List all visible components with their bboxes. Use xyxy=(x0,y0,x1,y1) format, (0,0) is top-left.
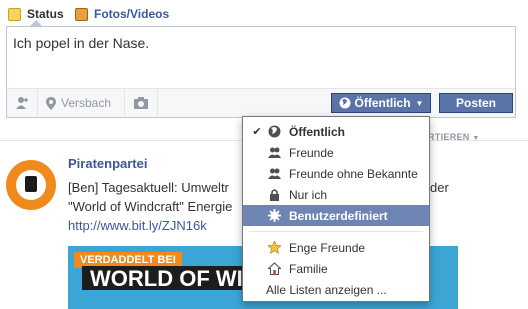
privacy-selector-button[interactable]: Öffentlich ▼ xyxy=(331,93,431,113)
option-label: Benutzerdefiniert xyxy=(289,208,388,223)
privacy-option-public[interactable]: ✔ Öffentlich xyxy=(243,121,429,142)
add-person-icon xyxy=(16,97,28,109)
location-button[interactable]: Versbach xyxy=(38,89,124,117)
post-line-1: [Ben] Tagesaktuell: Umweltr xyxy=(68,180,229,195)
camera-icon xyxy=(134,97,148,109)
photo-icon xyxy=(75,7,88,21)
privacy-option-friends-except[interactable]: Freunde ohne Bekannte xyxy=(243,163,429,184)
privacy-option-friends[interactable]: Freunde xyxy=(243,142,429,163)
page-avatar[interactable] xyxy=(6,160,56,210)
status-icon xyxy=(8,7,21,21)
privacy-option-close-friends[interactable]: Enge Freunde xyxy=(243,237,429,258)
add-photo-button[interactable] xyxy=(125,89,157,117)
sort-chevron-icon: ▼ xyxy=(472,135,480,142)
privacy-option-custom[interactable]: Benutzerdefiniert xyxy=(243,205,429,226)
privacy-option-only-me[interactable]: Nur ich xyxy=(243,184,429,205)
composer-toolbar: Versbach Öffentlich ▼ Posten xyxy=(7,88,515,117)
friends-icon xyxy=(268,168,281,179)
sort-menu[interactable]: RTIEREN ▼ xyxy=(428,132,480,142)
status-composer[interactable]: Ich popel in der Nase. Versbach Öffentli… xyxy=(6,26,516,118)
tag-friends-button[interactable] xyxy=(7,89,37,117)
post-link[interactable]: http://www.bit.ly/ZJN16k xyxy=(68,218,207,233)
privacy-label: Öffentlich xyxy=(354,96,411,110)
globe-icon xyxy=(268,125,281,138)
toolbar-separator xyxy=(157,89,158,117)
checkmark-icon: ✔ xyxy=(252,126,262,138)
menu-separator xyxy=(249,231,423,232)
privacy-option-all-lists[interactable]: Alle Listen anzeigen ... xyxy=(243,279,429,300)
page-name-link[interactable]: Piratenpartei xyxy=(68,156,147,171)
option-label: Freunde xyxy=(289,145,334,160)
pirate-flag-logo xyxy=(16,170,46,200)
option-label: Alle Listen anzeigen ... xyxy=(266,282,387,297)
lock-icon xyxy=(270,189,279,201)
house-icon xyxy=(268,262,281,275)
option-label: Öffentlich xyxy=(289,124,345,139)
privacy-option-family[interactable]: Familie xyxy=(243,258,429,279)
option-label: Familie xyxy=(289,261,328,276)
friends-icon xyxy=(268,147,281,158)
status-input[interactable]: Ich popel in der Nase. xyxy=(13,35,149,51)
star-icon xyxy=(268,241,281,254)
globe-icon xyxy=(339,97,351,109)
post-button[interactable]: Posten xyxy=(439,93,513,113)
tab-photos-label: Fotos/Videos xyxy=(94,7,170,21)
option-label: Enge Freunde xyxy=(289,240,366,255)
tab-photos-videos[interactable]: Fotos/Videos xyxy=(75,4,169,24)
tab-status-label: Status xyxy=(27,7,64,21)
gear-icon xyxy=(268,209,281,222)
option-label: Nur ich xyxy=(289,187,328,202)
chevron-down-icon: ▼ xyxy=(415,98,424,108)
location-label: Versbach xyxy=(61,96,112,110)
location-pin-icon xyxy=(46,96,56,110)
option-label: Freunde ohne Bekannte xyxy=(289,166,418,181)
privacy-menu: ✔ Öffentlich Freunde Freunde ohne Bekann… xyxy=(242,116,430,302)
post-line-2: "World of Windcraft" Energie xyxy=(68,199,233,214)
post-line-1-end: der xyxy=(430,180,449,195)
